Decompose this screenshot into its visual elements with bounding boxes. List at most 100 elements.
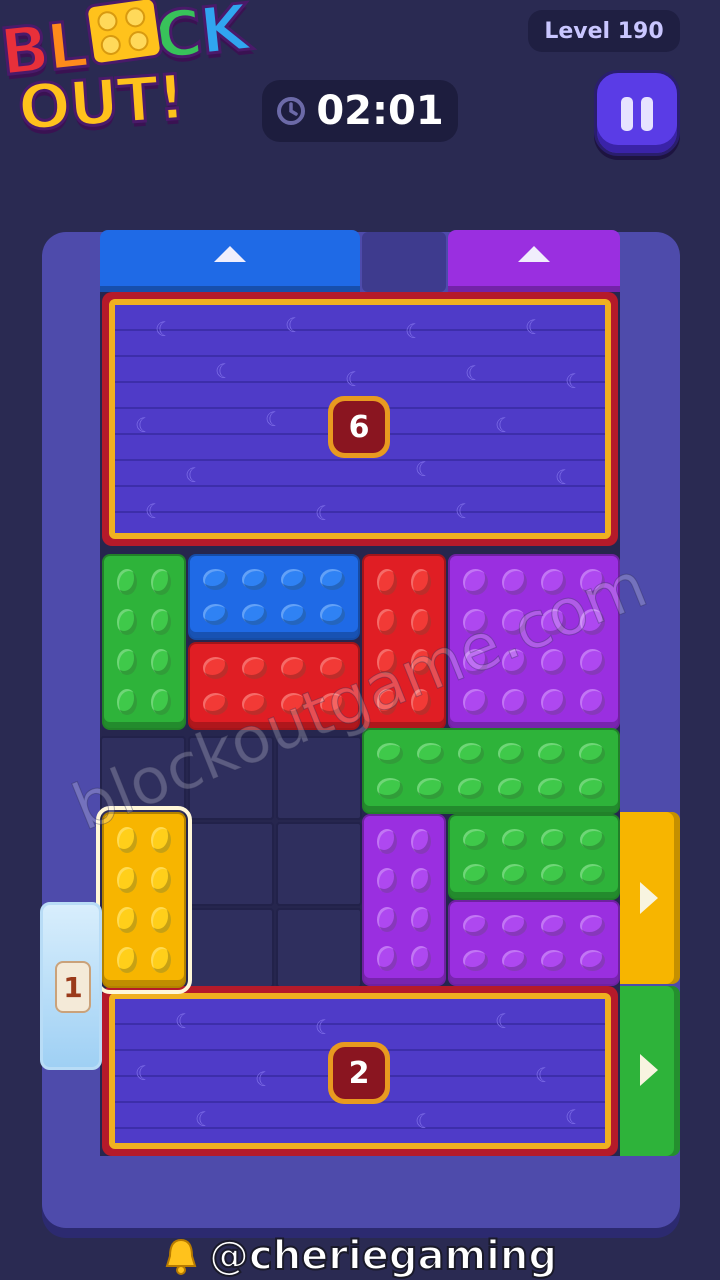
stud [538, 743, 565, 764]
stud [377, 743, 404, 764]
lock-counter: 2 [333, 1047, 385, 1099]
exit-gate-green [620, 986, 680, 1156]
stud [151, 689, 171, 715]
block-blue[interactable] [188, 554, 360, 640]
block-purple[interactable] [362, 814, 446, 986]
stud [463, 915, 488, 936]
exit-gate-blue [100, 230, 360, 292]
logo-letter: K [195, 0, 253, 71]
stud [117, 867, 137, 893]
stud [281, 657, 306, 679]
stud [502, 950, 527, 971]
stud [377, 829, 397, 854]
stud [497, 778, 525, 799]
grid-cell [188, 908, 274, 988]
grid-cell [188, 822, 274, 906]
exit-gate-yellow [620, 812, 680, 984]
grid-cell [276, 908, 362, 988]
stud [411, 868, 431, 893]
lock-counter-badge: 2 [328, 1042, 390, 1104]
logo-line2: OUT! [14, 59, 187, 146]
arrow-right-icon [640, 882, 658, 914]
stud [320, 569, 345, 590]
block-green[interactable] [448, 814, 620, 900]
stud [242, 657, 267, 679]
stud [497, 743, 525, 764]
stud [377, 946, 397, 971]
stud [281, 569, 306, 590]
game-logo: BL CK OUT! [0, 0, 270, 150]
stud [580, 864, 605, 885]
arrow-up-icon [214, 246, 246, 262]
stud [117, 907, 137, 933]
timer-value: 02:01 [316, 88, 444, 134]
arrow-right-icon [640, 1054, 658, 1086]
stud [151, 867, 171, 893]
ice-counter: 1 [55, 961, 91, 1013]
logo-brick-icon [84, 0, 164, 67]
stud [580, 950, 605, 971]
stud [320, 604, 345, 625]
stud [463, 864, 488, 885]
stud [580, 915, 605, 936]
stud [151, 569, 171, 595]
bell-icon [165, 1238, 197, 1275]
lock-counter: 6 [333, 401, 385, 453]
locked-block-top[interactable]: ☾ ☾ ☾ ☾ ☾ ☾ ☾ ☾ ☾ ☾ ☾ ☾ ☾ ☾ ☾ ☾ ☾ 6 [102, 292, 618, 546]
exit-gate-purple [448, 230, 620, 292]
stud [117, 609, 137, 635]
stud [117, 569, 137, 595]
block-yellow-selected[interactable] [96, 806, 192, 994]
stud [541, 864, 566, 885]
stud [377, 778, 404, 799]
stud [463, 829, 488, 850]
stud [541, 950, 566, 971]
clock-icon [277, 97, 306, 125]
pause-button[interactable] [594, 70, 680, 156]
stud [151, 907, 171, 933]
stud [411, 946, 431, 971]
stud [117, 947, 137, 973]
block-green[interactable] [362, 728, 620, 814]
stud [580, 649, 605, 675]
locked-block-bottom[interactable]: ☾ ☾ ☾ ☾ ☾ ☾ ☾ ☾ ☾ 2 [102, 986, 618, 1156]
stud [151, 947, 171, 973]
stud [541, 829, 566, 850]
stud [281, 604, 306, 625]
stud [411, 829, 431, 854]
level-indicator: Level 190 [528, 10, 680, 52]
stud [538, 778, 565, 799]
stud [151, 827, 171, 853]
stud [580, 689, 605, 715]
stud [377, 569, 397, 595]
stud [457, 778, 484, 799]
block-purple[interactable] [448, 900, 620, 986]
stud [377, 609, 397, 635]
stud [242, 604, 267, 625]
ice-block[interactable]: 1 [40, 902, 102, 1070]
stud [457, 743, 484, 764]
block-green[interactable] [102, 554, 186, 730]
stud [502, 829, 527, 850]
stud [377, 907, 397, 932]
stud [117, 689, 137, 715]
stud [117, 649, 137, 675]
stud [242, 569, 267, 590]
stud [417, 743, 444, 764]
stud [377, 868, 397, 893]
lock-counter-badge: 6 [328, 396, 390, 458]
stud [578, 778, 605, 799]
stud [411, 907, 431, 932]
stud [541, 915, 566, 936]
stud [502, 689, 527, 715]
stud [541, 689, 566, 715]
stud [203, 569, 228, 590]
board-wall [362, 232, 446, 292]
stud [151, 649, 171, 675]
stud [203, 604, 228, 625]
stud [203, 657, 228, 679]
stud [411, 569, 431, 595]
stud [417, 778, 444, 799]
stud [502, 915, 527, 936]
stud [151, 609, 171, 635]
